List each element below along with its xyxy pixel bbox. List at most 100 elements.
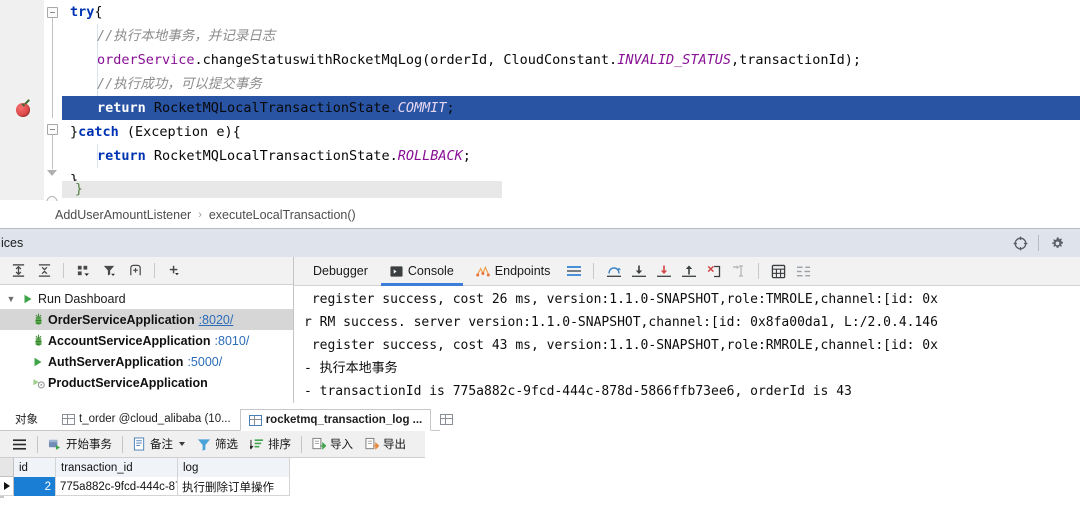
navicat-tab-2[interactable]: rocketmq_transaction_log ... xyxy=(239,409,432,431)
begin-transaction-button[interactable]: 开始事务 xyxy=(42,433,118,456)
code-text-area[interactable]: try{//执行本地事务，并记录日志 orderService.changeSta… xyxy=(62,0,1080,200)
code-line[interactable]: }catch (Exception e){ xyxy=(62,120,1080,144)
import-button[interactable]: 导入 xyxy=(306,433,359,456)
grid-header-row: id transaction_id log xyxy=(0,458,290,477)
column-header-id[interactable]: id xyxy=(14,458,56,477)
settings-gear-icon[interactable] xyxy=(1042,229,1072,257)
evaluate-expression-icon[interactable] xyxy=(766,259,791,283)
chevron-down-icon[interactable] xyxy=(179,442,185,446)
tree-item-port-link[interactable]: :8010/ xyxy=(215,334,250,348)
code-token: (Exception e){ xyxy=(118,124,241,140)
breadcrumb-class[interactable]: AddUserAmountListener xyxy=(55,208,191,222)
soft-wrap-icon[interactable] xyxy=(791,259,816,283)
tab-debugger[interactable]: Debugger xyxy=(302,257,379,286)
expand-all-icon[interactable] xyxy=(6,260,30,282)
toolbar-divider xyxy=(154,263,155,278)
code-line[interactable]: orderService.changeStatuswithRocketMqLog… xyxy=(62,48,1080,72)
navicat-toolbar: 开始事务 备注 筛选 排序 导入 导出 xyxy=(0,431,425,458)
tree-item-authserverapplication[interactable]: AuthServerApplication:5000/ xyxy=(0,351,293,372)
code-token: .changeStatuswithRocketMqLog(orderId, Cl… xyxy=(194,52,618,68)
tree-item-label: AuthServerApplication xyxy=(48,354,184,369)
navicat-window: 对象 t_order @cloud_alibaba (10... rocketmq_… xyxy=(0,403,1080,530)
sort-button[interactable]: 排序 xyxy=(244,433,297,456)
code-token: catch xyxy=(78,124,119,140)
table-grid-icon xyxy=(440,413,454,425)
code-editor[interactable]: try{//执行本地事务，并记录日志 orderService.changeSta… xyxy=(0,0,1080,200)
breadcrumb[interactable]: AddUserAmountListener › executeLocalTran… xyxy=(0,201,1080,228)
code-token: COMMIT xyxy=(397,100,447,116)
cell-transaction-id[interactable]: 775a882c-9fcd-444c-878c xyxy=(56,477,178,496)
fold-marker-try[interactable] xyxy=(47,7,58,18)
run-dashboard-tree[interactable]: ▼ Run Dashboard OrderServiceApplication:… xyxy=(0,285,293,393)
filter-button[interactable]: 筛选 xyxy=(191,433,244,456)
column-header-transaction-id[interactable]: transaction_id xyxy=(56,458,178,477)
locate-icon[interactable] xyxy=(1005,229,1035,257)
navicat-tab-3[interactable] xyxy=(431,408,462,430)
force-step-into-icon[interactable] xyxy=(651,259,676,283)
step-into-icon[interactable] xyxy=(626,259,651,283)
fold-line-try xyxy=(52,18,53,118)
toolbar-button-label: 备注 xyxy=(150,439,173,451)
column-header-log[interactable]: log xyxy=(178,458,290,477)
code-line[interactable]: //执行成功，可以提交事务 xyxy=(62,72,1080,96)
tab-debugger-label: Debugger xyxy=(313,264,368,278)
breadcrumb-method[interactable]: executeLocalTransaction() xyxy=(209,208,356,222)
toolbar-button-label: 排序 xyxy=(268,439,291,451)
table-grid-icon xyxy=(248,414,262,426)
run-to-cursor-icon[interactable] xyxy=(726,259,751,283)
layout-settings-icon[interactable] xyxy=(561,259,586,283)
filter-icon[interactable] xyxy=(97,260,121,282)
add-icon[interactable] xyxy=(162,260,186,282)
code-token: //执行成功，可以提交事务 xyxy=(97,76,262,92)
tree-item-port-link[interactable]: :8020/ xyxy=(199,313,234,327)
code-token: RocketMQLocalTransactionState. xyxy=(145,100,398,116)
navicat-tab-1[interactable]: t_order @cloud_alibaba (10... xyxy=(53,408,240,430)
fold-marker-catch[interactable] xyxy=(47,124,58,135)
step-over-icon[interactable] xyxy=(601,259,626,283)
fold-marker-end[interactable] xyxy=(47,170,58,181)
menu-hamburger-icon[interactable] xyxy=(6,433,33,456)
note-button[interactable]: 备注 xyxy=(127,433,191,456)
collapse-all-icon[interactable] xyxy=(32,260,56,282)
run-dashboard-pane: ▼ Run Dashboard OrderServiceApplication:… xyxy=(0,257,294,404)
fold-column[interactable] xyxy=(44,0,62,200)
tab-endpoints-label: Endpoints xyxy=(494,264,551,278)
toolbar-divider xyxy=(122,435,123,453)
cell-log[interactable]: 执行删除订单操作 xyxy=(178,477,290,496)
tree-root-run-dashboard[interactable]: ▼ Run Dashboard xyxy=(0,288,293,309)
tree-item-accountserviceapplication[interactable]: AccountServiceApplication:8010/ xyxy=(0,330,293,351)
navicat-result-grid[interactable]: id transaction_id log 2 775a882c-9fcd-44… xyxy=(0,458,1080,530)
code-token: ,transactionId); xyxy=(730,52,862,68)
code-line[interactable]: //执行本地事务，并记录日志 xyxy=(62,24,1080,48)
tab-endpoints[interactable]: Endpoints xyxy=(465,257,562,286)
tree-item-orderserviceapplication[interactable]: OrderServiceApplication :8020/ xyxy=(0,309,293,330)
tree-root-label: Run Dashboard xyxy=(38,291,126,306)
chevron-down-icon[interactable]: ▼ xyxy=(4,294,18,304)
tree-item-label: OrderServiceApplication xyxy=(48,312,195,327)
code-line[interactable]: return RocketMQLocalTransactionState.COM… xyxy=(62,96,1080,120)
code-line[interactable]: try{ xyxy=(62,0,1080,24)
export-button[interactable]: 导出 xyxy=(359,433,412,456)
app-window: try{//执行本地事务，并记录日志 orderService.changeSta… xyxy=(0,0,1080,530)
cell-id[interactable]: 2 xyxy=(14,477,56,496)
tree-item-productserviceapplication[interactable]: ProductServiceApplication xyxy=(0,372,293,393)
console-icon xyxy=(390,265,403,278)
table-row[interactable]: 2 775a882c-9fcd-444c-878c 执行删除订单操作 xyxy=(0,477,290,496)
navicat-tab-0[interactable]: 对象 xyxy=(0,408,53,430)
tree-item-port-link[interactable]: :5000/ xyxy=(187,355,222,369)
row-current-marker-icon xyxy=(0,477,14,495)
console-line: register success, cost 43 ms, version:1.… xyxy=(304,338,938,353)
tab-console[interactable]: Console xyxy=(379,257,465,286)
breakpoint-marker[interactable] xyxy=(16,103,30,117)
group-by-icon[interactable] xyxy=(71,260,95,282)
navicat-tab-label: rocketmq_transaction_log ... xyxy=(265,414,423,426)
console-output[interactable]: register success, cost 26 ms, version:1.… xyxy=(294,286,1080,404)
step-out-icon[interactable] xyxy=(676,259,701,283)
code-token: RocketMQLocalTransactionState. xyxy=(145,148,398,164)
console-tabbar: Debugger Console Endpoints xyxy=(294,257,1080,286)
code-line[interactable]: return RocketMQLocalTransactionState.ROL… xyxy=(62,144,1080,168)
filter-icon xyxy=(197,438,211,451)
stopped-gray-icon xyxy=(28,376,48,389)
restore-layout-icon[interactable] xyxy=(123,260,147,282)
drop-frame-icon[interactable] xyxy=(701,259,726,283)
